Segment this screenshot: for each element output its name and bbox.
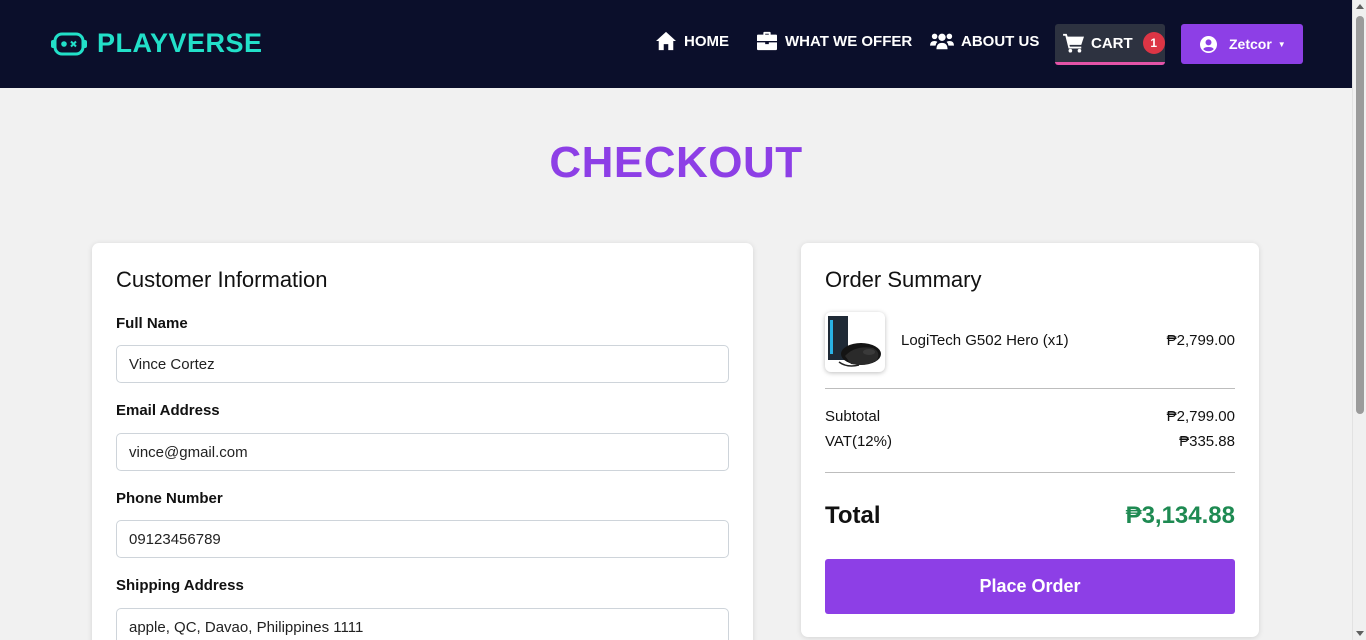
nav-home-label: HOME	[684, 32, 729, 50]
phone-label: Phone Number	[116, 490, 223, 507]
vat-label: VAT(12%)	[825, 433, 892, 450]
product-price: ₱2,799.00	[1166, 332, 1235, 349]
brand-logo[interactable]: PLAYVERSE	[50, 28, 263, 59]
email-input[interactable]	[116, 433, 729, 471]
nav-home[interactable]: HOME	[655, 31, 729, 51]
page-scrollbar[interactable]	[1352, 0, 1366, 640]
user-name: Zetcor	[1229, 36, 1272, 52]
shipping-address-label: Shipping Address	[116, 577, 244, 594]
cart-count-badge: 1	[1142, 32, 1165, 54]
email-label: Email Address	[116, 402, 220, 419]
customer-info-title: Customer Information	[116, 267, 328, 292]
product-thumbnail	[825, 312, 885, 372]
scroll-down-icon[interactable]	[1356, 631, 1364, 636]
cart-label: CART	[1091, 34, 1133, 52]
nav-about-us-label: ABOUT US	[961, 32, 1040, 50]
brand-name: PLAYVERSE	[97, 28, 263, 58]
phone-input[interactable]	[116, 520, 729, 558]
subtotal-label: Subtotal	[825, 408, 881, 425]
shipping-address-input[interactable]	[116, 608, 729, 640]
user-circle-icon	[1200, 35, 1217, 53]
total-value: ₱3,134.88	[1125, 502, 1235, 529]
vat-value: ₱335.88	[1179, 433, 1235, 450]
nav-what-we-offer-label: WHAT WE OFFER	[785, 32, 913, 50]
full-name-input[interactable]	[116, 345, 729, 383]
chevron-down-icon: ▼	[1277, 39, 1286, 49]
user-menu-button[interactable]: Zetcor ▼	[1181, 24, 1303, 64]
nav-about-us[interactable]: ABOUT US	[930, 31, 1039, 51]
gamepad-robot-icon	[51, 32, 87, 55]
navbar: PLAYVERSE HOME WHAT WE OFFER ABOUT US CA…	[0, 0, 1352, 88]
page-title: CHECKOUT	[549, 138, 803, 187]
divider	[825, 472, 1235, 473]
order-summary-card: Order Summary LogiTech G502 Hero (x1) ₱2…	[801, 243, 1259, 637]
cart-icon	[1063, 33, 1084, 53]
home-icon	[656, 31, 676, 51]
order-summary-title: Order Summary	[825, 267, 982, 292]
customer-info-card: Customer Information Full Name Email Add…	[92, 243, 753, 640]
nav-what-we-offer[interactable]: WHAT WE OFFER	[756, 31, 912, 51]
full-name-label: Full Name	[116, 315, 188, 332]
place-order-button[interactable]: Place Order	[825, 559, 1235, 614]
divider	[825, 388, 1235, 389]
mouse-product-image	[828, 316, 881, 367]
cart-button[interactable]: CART 1	[1055, 24, 1165, 65]
users-icon	[930, 33, 954, 50]
scroll-up-icon[interactable]	[1356, 4, 1364, 9]
briefcase-icon	[757, 31, 777, 51]
total-label: Total	[825, 502, 881, 529]
scroll-thumb[interactable]	[1356, 16, 1364, 414]
product-name: LogiTech G502 Hero (x1)	[901, 332, 1069, 349]
subtotal-value: ₱2,799.00	[1166, 408, 1235, 425]
